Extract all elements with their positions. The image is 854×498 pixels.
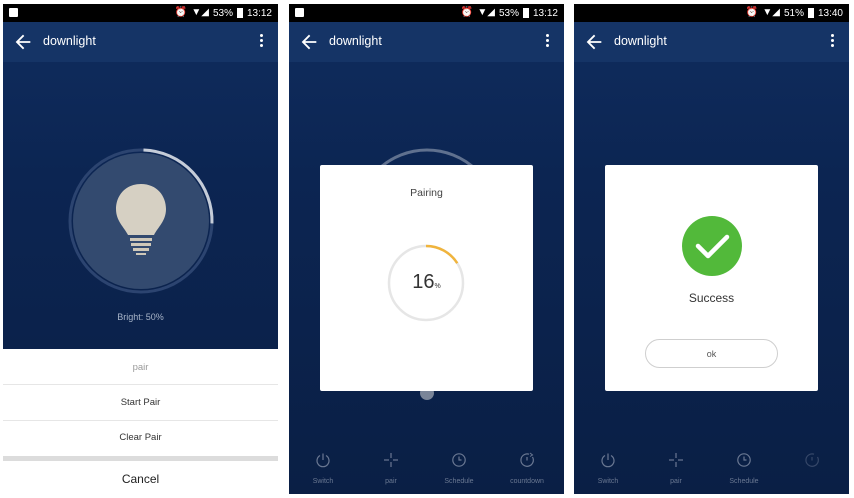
bottom-tab-bar: Switch pair Schedule countdown [289, 444, 564, 494]
tab-switch[interactable]: Switch [293, 452, 353, 485]
clock-icon [737, 453, 751, 467]
start-pair-button[interactable]: Start Pair [3, 397, 278, 408]
pair-action-sheet: pair Start Pair Clear Pair Cancel [3, 349, 278, 494]
ok-button[interactable]: ok [645, 339, 778, 368]
clock-time: 13:40 [817, 7, 843, 19]
alarm-icon: ⏰ [745, 7, 759, 18]
cancel-button[interactable]: Cancel [3, 472, 278, 486]
signal-icon: ▼◢ [477, 7, 495, 18]
bottom-tab-bar: Switch pair Schedule [574, 444, 849, 494]
tab-label: Schedule [444, 478, 474, 485]
progress-unit: % [434, 283, 441, 290]
tab-label: countdown [510, 478, 544, 485]
phone-screen-pairing: ⏰ ▼◢ 53% 13:12 downlight Pairing 16% Swi… [289, 4, 564, 494]
brightness-label: Bright: 50% [117, 312, 164, 322]
progress-value: 16% [320, 271, 533, 294]
alarm-icon: ⏰ [460, 7, 474, 18]
pairing-dialog: Pairing 16% [320, 165, 533, 391]
light-bulb-icon [116, 184, 166, 255]
app-bar: downlight [3, 22, 278, 62]
divider [3, 384, 278, 385]
divider [3, 420, 278, 421]
sparkle-icon [669, 453, 683, 467]
image-notification-icon [295, 8, 304, 17]
tab-pair[interactable]: pair [361, 452, 421, 485]
sheet-separator [3, 456, 278, 461]
tab-label: Switch [597, 478, 619, 485]
battery-percent: 53% [212, 7, 233, 19]
signal-icon: ▼◢ [191, 7, 209, 18]
app-title: downlight [329, 34, 382, 48]
check-circle-icon [682, 216, 742, 276]
success-dialog: Success ok [605, 165, 818, 391]
power-icon [316, 453, 330, 468]
tab-pair[interactable]: pair [646, 452, 706, 485]
image-notification-icon [9, 8, 18, 17]
tab-countdown[interactable] [782, 452, 842, 468]
tab-schedule[interactable]: Schedule [429, 452, 489, 485]
progress-number: 16 [412, 271, 435, 293]
signal-icon: ▼◢ [762, 7, 780, 18]
status-bar: ⏰ ▼◢ 53% 13:12 [3, 4, 278, 22]
tab-label: Schedule [729, 478, 759, 485]
back-arrow-icon[interactable] [12, 31, 34, 53]
app-bar: downlight [289, 22, 564, 62]
sparkle-icon [384, 453, 398, 467]
clear-pair-button[interactable]: Clear Pair [3, 432, 278, 443]
battery-icon [236, 8, 243, 18]
tab-countdown[interactable]: countdown [497, 452, 557, 485]
timer-icon [805, 453, 819, 467]
sheet-title: pair [132, 362, 149, 373]
back-arrow-icon[interactable] [583, 31, 605, 53]
clock-time: 13:12 [246, 7, 272, 19]
battery-percent: 51% [783, 7, 804, 19]
more-options-icon[interactable] [542, 32, 552, 52]
app-title: downlight [43, 34, 96, 48]
success-message: Success [688, 291, 735, 305]
alarm-icon: ⏰ [174, 7, 188, 18]
phone-screen-success: ⏰ ▼◢ 51% 13:40 downlight Success ok Swit… [574, 4, 849, 494]
app-title: downlight [614, 34, 667, 48]
power-icon [601, 453, 615, 468]
more-options-icon[interactable] [827, 32, 837, 52]
tab-label: Switch [312, 478, 334, 485]
tab-schedule[interactable]: Schedule [714, 452, 774, 485]
back-arrow-icon[interactable] [298, 31, 320, 53]
timer-icon [520, 452, 534, 467]
app-bar: downlight [574, 22, 849, 62]
more-options-icon[interactable] [256, 32, 266, 52]
tab-label: pair [385, 478, 397, 485]
battery-percent: 53% [498, 7, 519, 19]
status-bar: ⏰ ▼◢ 51% 13:40 [574, 4, 849, 22]
clock-time: 13:12 [532, 7, 558, 19]
dialog-title: Pairing [410, 187, 443, 199]
clock-icon [452, 453, 466, 467]
status-bar: ⏰ ▼◢ 53% 13:12 [289, 4, 564, 22]
tab-label: pair [670, 478, 682, 485]
tab-switch[interactable]: Switch [578, 452, 638, 485]
battery-icon [807, 8, 814, 18]
battery-icon [522, 8, 529, 18]
phone-screen-pair-menu: ⏰ ▼◢ 53% 13:12 downlight Bright: 50% pai… [3, 4, 278, 494]
